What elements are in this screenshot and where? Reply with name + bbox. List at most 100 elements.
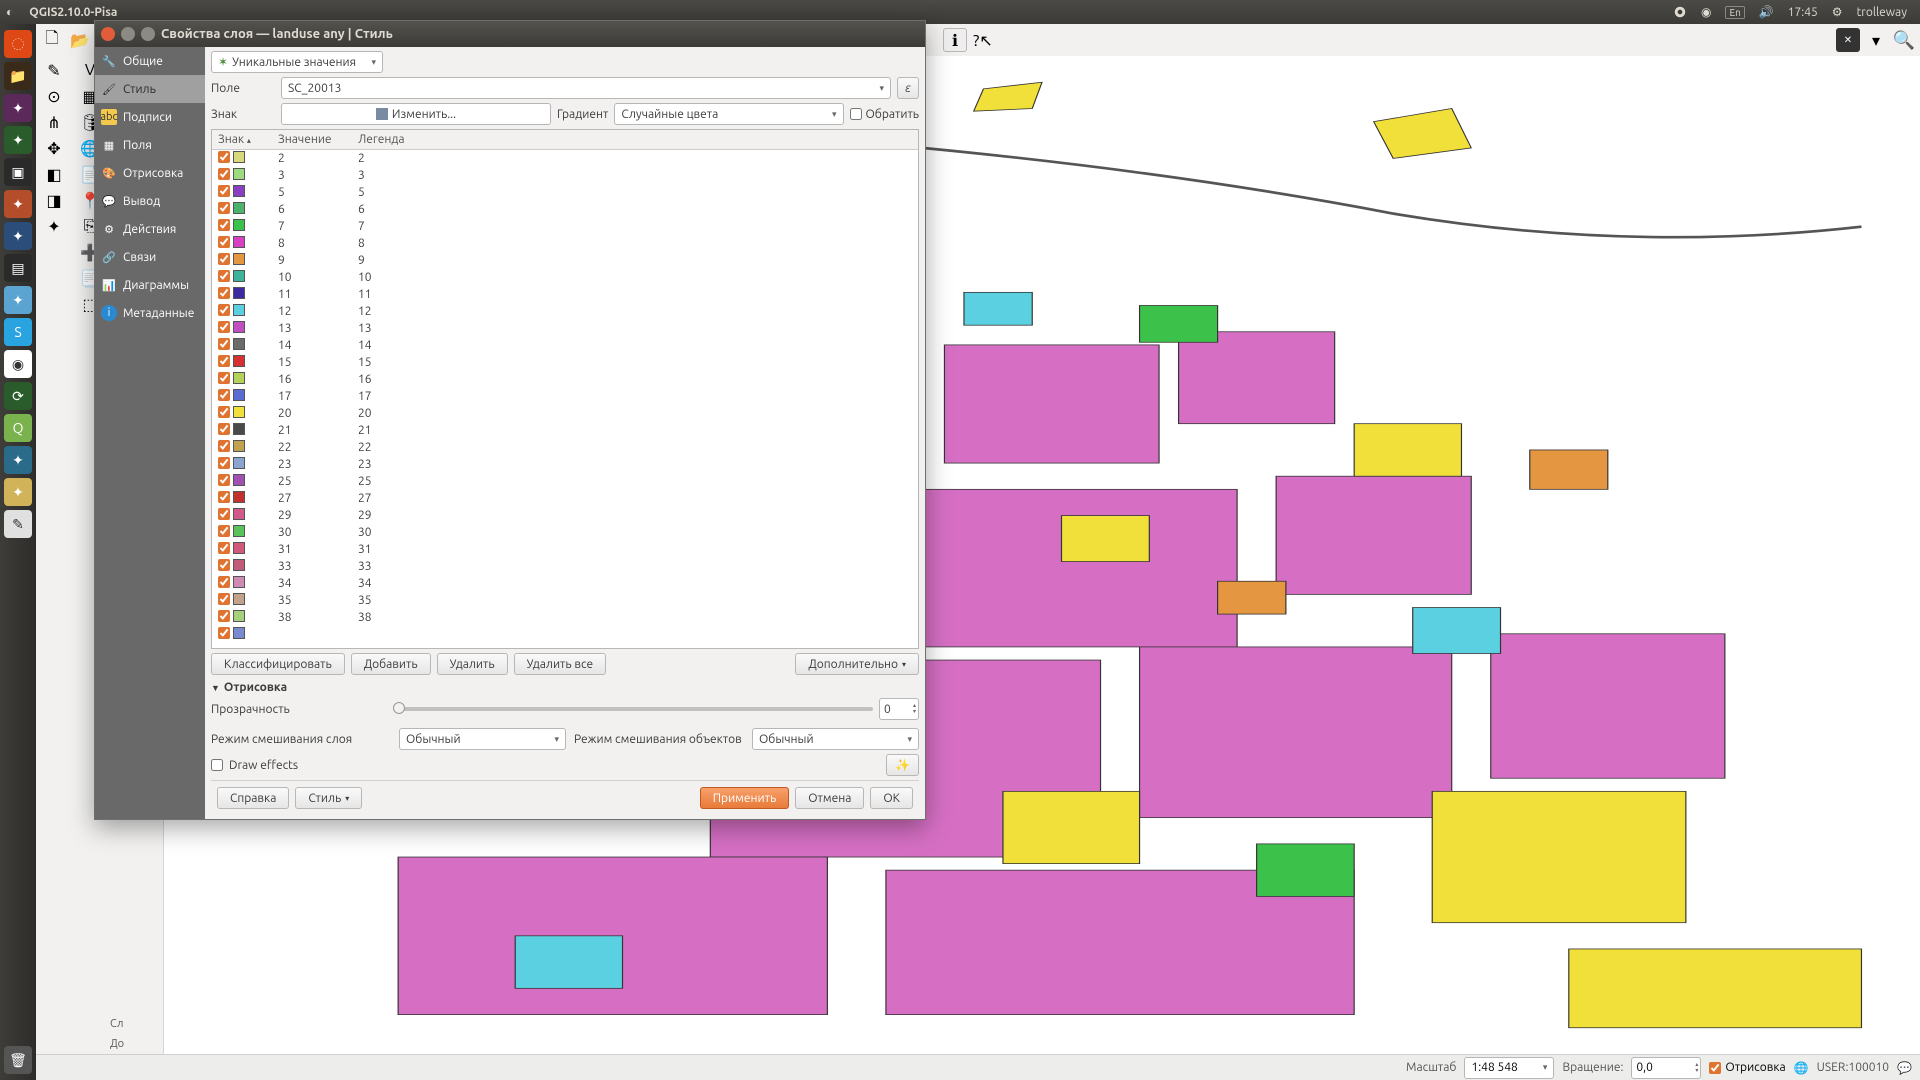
vertex-icon[interactable]: ⋔ — [42, 110, 66, 134]
node-icon[interactable]: ⊙ — [42, 84, 66, 108]
crs-icon[interactable]: 🌐 — [1794, 1061, 1809, 1075]
scale-combo[interactable]: 1:48 548 — [1464, 1057, 1554, 1079]
user-menu[interactable]: trolleway — [1857, 6, 1907, 19]
col-legend[interactable]: Легенда — [352, 130, 918, 150]
class-check[interactable] — [218, 287, 230, 299]
app-icon-8[interactable]: ✦ — [4, 446, 32, 474]
crs-label[interactable]: USER:100010 — [1817, 1061, 1889, 1074]
app-icon-4[interactable]: ✦ — [4, 222, 32, 250]
class-row[interactable] — [212, 626, 918, 643]
minimize-icon[interactable] — [121, 27, 135, 41]
app-icon-6[interactable]: ✦ — [4, 286, 32, 314]
settings-gear-icon[interactable]: ⚙ — [1832, 5, 1843, 19]
class-check[interactable] — [218, 627, 230, 639]
blend-feature-combo[interactable]: Обычный — [752, 728, 919, 750]
class-row[interactable]: 77 — [212, 218, 918, 235]
nav-style[interactable]: 🖌Стиль — [95, 75, 205, 103]
app-icon-7[interactable]: ⟳ — [4, 382, 32, 410]
tool-icon-3[interactable]: ✦ — [42, 214, 66, 238]
class-check[interactable] — [218, 253, 230, 265]
identify-icon[interactable]: ℹ — [943, 28, 967, 52]
class-row[interactable]: 3434 — [212, 575, 918, 592]
class-row[interactable]: 3838 — [212, 609, 918, 626]
class-row[interactable]: 2727 — [212, 490, 918, 507]
app-icon-5[interactable]: ▤ — [4, 254, 32, 282]
class-row[interactable]: 3131 — [212, 541, 918, 558]
app-icon-2[interactable]: ✦ — [4, 126, 32, 154]
language-indicator[interactable]: En — [1725, 6, 1744, 19]
terminal-icon[interactable]: ▣ — [4, 158, 32, 186]
class-check[interactable] — [218, 406, 230, 418]
chrome-launcher-icon[interactable]: ◉ — [4, 350, 32, 378]
skype-icon[interactable]: S — [4, 318, 32, 346]
class-row[interactable]: 88 — [212, 235, 918, 252]
class-check[interactable] — [218, 338, 230, 350]
nav-rendering[interactable]: 🎨Отрисовка — [95, 159, 205, 187]
class-row[interactable]: 2222 — [212, 439, 918, 456]
class-row[interactable]: 1616 — [212, 371, 918, 388]
class-check[interactable] — [218, 304, 230, 316]
cancel-button[interactable]: Отмена — [795, 787, 864, 809]
class-row[interactable]: 1111 — [212, 286, 918, 303]
class-row[interactable]: 1010 — [212, 269, 918, 286]
class-check[interactable] — [218, 457, 230, 469]
nav-joins[interactable]: 🔗Связи — [95, 243, 205, 271]
class-check[interactable] — [218, 219, 230, 231]
help-button[interactable]: Справка — [217, 787, 289, 809]
class-check[interactable] — [218, 185, 230, 197]
col-sign[interactable]: Знак ▴ — [212, 130, 272, 150]
renderer-type-combo[interactable]: ✶Уникальные значения — [211, 51, 383, 73]
class-row[interactable]: 2525 — [212, 473, 918, 490]
class-row[interactable]: 1212 — [212, 303, 918, 320]
ok-button[interactable]: OK — [870, 787, 913, 809]
class-check[interactable] — [218, 610, 230, 622]
class-check[interactable] — [218, 423, 230, 435]
transparency-spinner[interactable]: 0 — [879, 698, 919, 720]
draw-effects-checkbox[interactable]: Draw effects — [211, 759, 298, 772]
class-check[interactable] — [218, 236, 230, 248]
class-row[interactable]: 33 — [212, 167, 918, 184]
app-icon-3[interactable]: ✦ — [4, 190, 32, 218]
add-class-button[interactable]: Добавить — [351, 653, 431, 675]
advanced-button[interactable]: Дополнительно ▾ — [795, 653, 919, 675]
clear-icon[interactable]: ✕ — [1836, 28, 1860, 52]
class-check[interactable] — [218, 372, 230, 384]
nav-diagrams[interactable]: 📊Диаграммы — [95, 271, 205, 299]
class-check[interactable] — [218, 389, 230, 401]
nav-fields[interactable]: ▦Поля — [95, 131, 205, 159]
class-check[interactable] — [218, 202, 230, 214]
class-row[interactable]: 1414 — [212, 337, 918, 354]
messages-icon[interactable]: 💬 — [1897, 1061, 1912, 1075]
nav-labels[interactable]: abcПодписи — [95, 103, 205, 131]
effects-config-button[interactable]: ✨ — [886, 754, 919, 776]
qgis-launcher-icon[interactable]: Q — [4, 414, 32, 442]
class-check[interactable] — [218, 168, 230, 180]
class-check[interactable] — [218, 508, 230, 520]
transparency-slider[interactable] — [393, 707, 873, 711]
class-row[interactable]: 1515 — [212, 354, 918, 371]
sound-icon[interactable]: 🔊 — [1759, 5, 1774, 19]
network-icon[interactable]: ◉ — [1701, 5, 1711, 19]
delete-all-button[interactable]: Удалить все — [514, 653, 607, 675]
col-value[interactable]: Значение — [272, 130, 352, 150]
style-menu-button[interactable]: Стиль ▾ — [295, 787, 362, 809]
classes-table[interactable]: Знак ▴ Значение Легенда 22 33 55 66 77 8… — [211, 129, 919, 649]
open-project-icon[interactable]: 📂 — [68, 28, 92, 52]
new-project-icon[interactable]: 🗋 — [40, 28, 64, 52]
class-check[interactable] — [218, 542, 230, 554]
maximize-icon[interactable] — [141, 27, 155, 41]
class-check[interactable] — [218, 525, 230, 537]
dropdown-icon[interactable]: ▾ — [1864, 28, 1888, 52]
class-check[interactable] — [218, 355, 230, 367]
class-row[interactable]: 2929 — [212, 507, 918, 524]
delete-class-button[interactable]: Удалить — [437, 653, 508, 675]
render-checkbox[interactable]: Отрисовка — [1709, 1061, 1785, 1074]
class-check[interactable] — [218, 151, 230, 163]
dialog-titlebar[interactable]: Свойства слоя — landuse any | Стиль — [95, 21, 925, 47]
class-row[interactable]: 2121 — [212, 422, 918, 439]
tool-icon-1[interactable]: ◧ — [42, 162, 66, 186]
class-check[interactable] — [218, 593, 230, 605]
symbol-change-button[interactable]: Изменить... — [281, 103, 551, 125]
nav-actions[interactable]: ⚙Действия — [95, 215, 205, 243]
dash-icon[interactable]: ◌ — [4, 30, 32, 58]
